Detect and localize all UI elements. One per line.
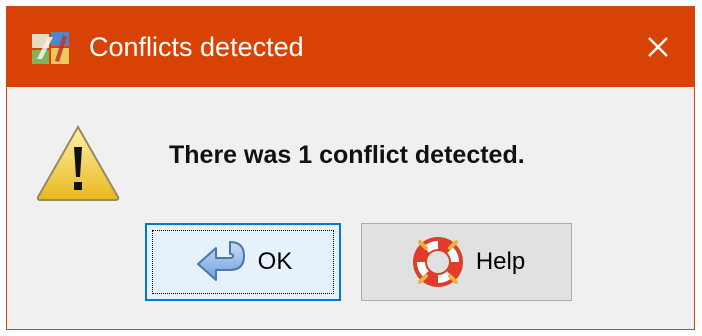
conflict-message: There was 1 conflict detected. [169, 141, 525, 169]
conflicts-dialog: Conflicts detected There was 1 conflict [6, 6, 695, 330]
back-arrow-icon [194, 236, 250, 288]
dialog-body: There was 1 conflict detected. OK Help [7, 87, 694, 329]
dialog-title: Conflicts detected [89, 32, 304, 62]
ok-button-label: OK [257, 248, 293, 275]
close-button[interactable] [622, 7, 694, 87]
app-icon [31, 31, 71, 65]
help-button-label: Help [475, 248, 526, 275]
warning-icon [35, 123, 121, 203]
title-bar[interactable]: Conflicts detected [7, 7, 694, 87]
lifebuoy-icon [408, 234, 468, 290]
help-button[interactable]: Help [361, 223, 572, 301]
close-icon [648, 37, 668, 57]
ok-button[interactable]: OK [145, 223, 341, 301]
